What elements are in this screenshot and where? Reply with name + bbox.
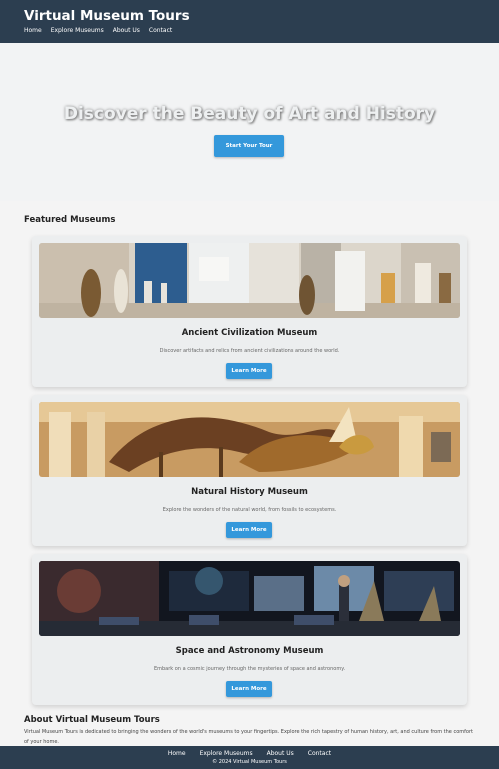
hero-section: Discover the Beauty of Art and History S… — [0, 43, 499, 201]
museum-description: Embark on a cosmic journey through the m… — [153, 666, 346, 672]
site-header: Virtual Museum Tours Home Explore Museum… — [0, 0, 499, 43]
museum-card-ancient-civilization: Ancient Civilization Museum Discover art… — [32, 236, 467, 387]
footer-nav-home[interactable]: Home — [168, 750, 186, 757]
planetarium-exhibit-image — [39, 561, 460, 636]
museum-name: Natural History Museum — [191, 487, 308, 497]
footer-nav-about-us[interactable]: About Us — [267, 750, 294, 757]
main-nav: Home Explore Museums About Us Contact — [24, 27, 475, 34]
about-text: Virtual Museum Tours is dedicated to bri… — [24, 729, 473, 745]
about-title: About Virtual Museum Tours — [24, 715, 160, 725]
museum-name: Space and Astronomy Museum — [175, 646, 324, 656]
footer-nav-explore-museums[interactable]: Explore Museums — [200, 750, 253, 757]
hero-heading: Discover the Beauty of Art and History — [63, 104, 436, 124]
start-tour-button[interactable]: Start Your Tour — [214, 135, 284, 157]
learn-more-button[interactable]: Learn More — [226, 522, 272, 538]
museum-description: Explore the wonders of the natural world… — [162, 507, 337, 513]
nav-about-us[interactable]: About Us — [113, 27, 140, 34]
learn-more-button[interactable]: Learn More — [226, 363, 272, 379]
nav-home[interactable]: Home — [24, 27, 42, 34]
featured-museums-title: Featured Museums — [24, 215, 116, 225]
site-footer: Home Explore Museums About Us Contact © … — [0, 746, 499, 769]
museum-gallery-image — [39, 243, 460, 318]
footer-nav-contact[interactable]: Contact — [308, 750, 331, 757]
site-title: Virtual Museum Tours — [24, 8, 190, 24]
nav-contact[interactable]: Contact — [149, 27, 172, 34]
dinosaur-skeleton-image — [39, 402, 460, 477]
museum-name: Ancient Civilization Museum — [181, 328, 318, 338]
nav-explore-museums[interactable]: Explore Museums — [51, 27, 104, 34]
footer-nav: Home Explore Museums About Us Contact — [0, 746, 499, 757]
museum-description: Discover artifacts and relics from ancie… — [159, 348, 340, 354]
copyright: © 2024 Virtual Museum Tours — [212, 759, 287, 765]
museum-card-space-astronomy: Space and Astronomy Museum Embark on a c… — [32, 554, 467, 705]
learn-more-button[interactable]: Learn More — [226, 681, 272, 697]
museum-card-natural-history: Natural History Museum Explore the wonde… — [32, 395, 467, 546]
